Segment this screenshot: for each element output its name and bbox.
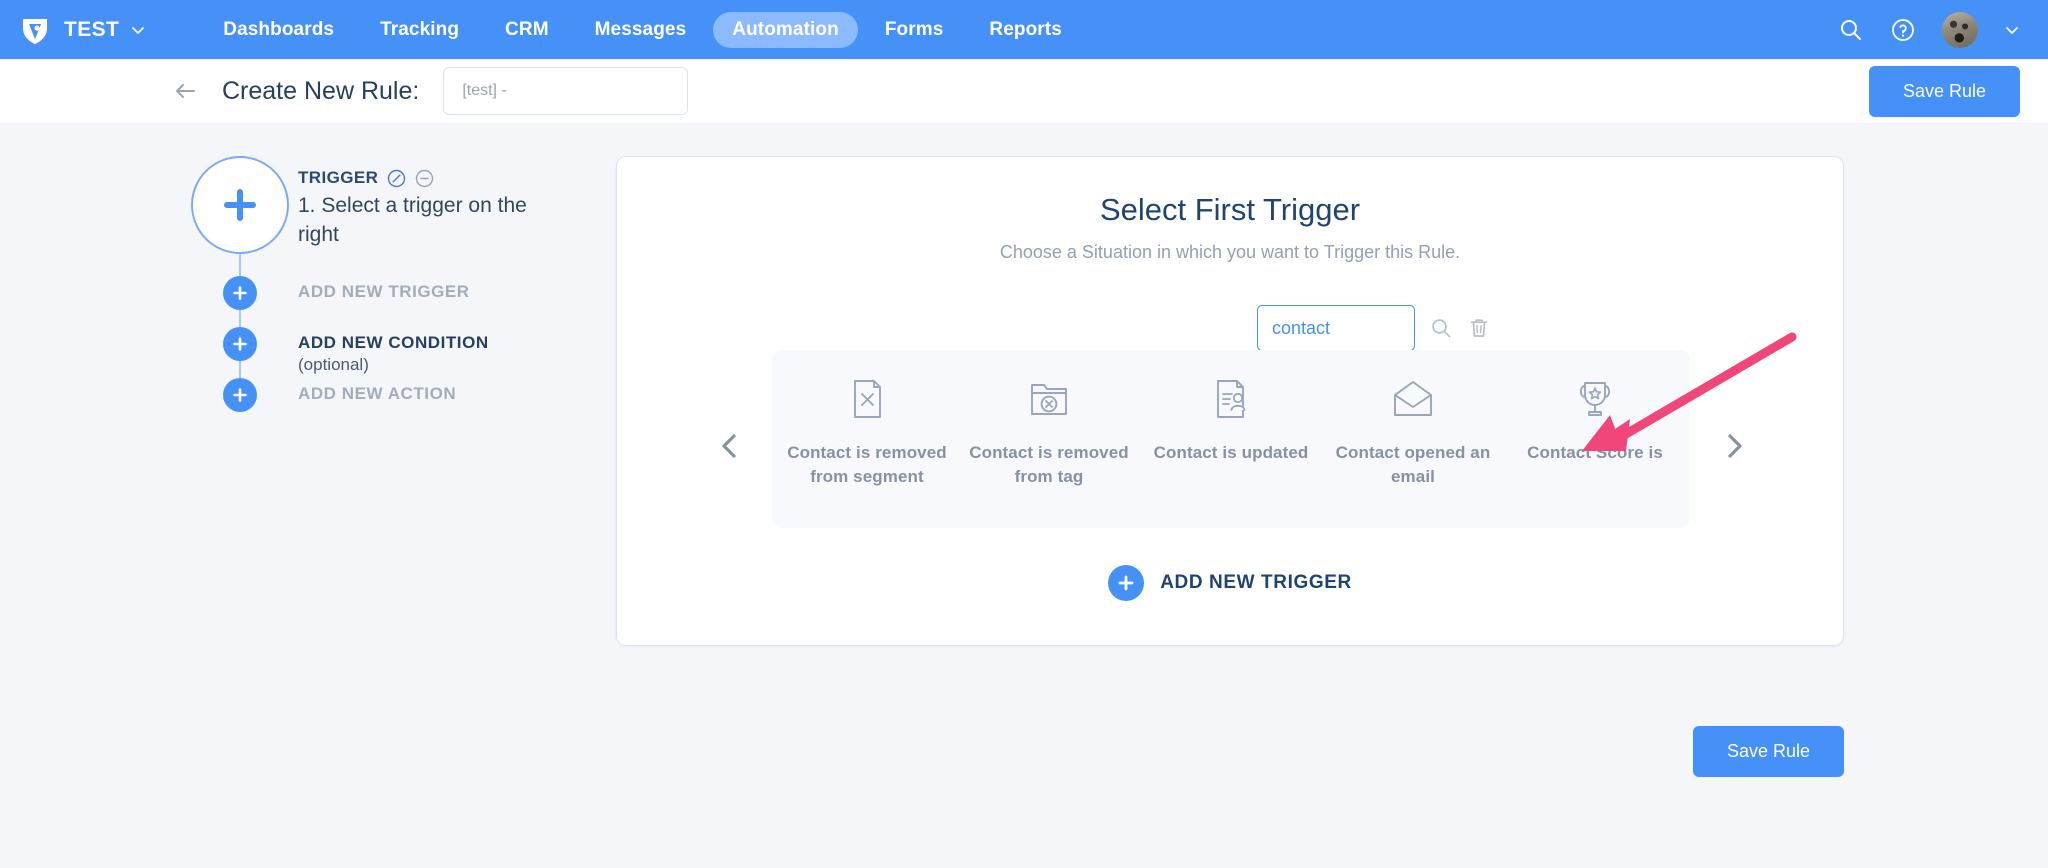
trigger-tile-label: Contact Score is bbox=[1527, 443, 1663, 462]
trigger-node-column bbox=[190, 156, 290, 278]
step-add-new-condition: ADD NEW CONDITION (optional) bbox=[190, 327, 610, 380]
add-new-condition-node-button[interactable] bbox=[223, 327, 257, 361]
step-trigger: TRIGGER 1. Select a trigger on the right bbox=[190, 156, 610, 278]
nav-link-tracking[interactable]: Tracking bbox=[361, 12, 478, 48]
plus-icon bbox=[233, 286, 247, 300]
trigger-tile-label: Contact is removed from tag bbox=[969, 443, 1129, 487]
add-new-trigger-label: ADD NEW TRIGGER bbox=[1160, 572, 1352, 593]
search-icon[interactable] bbox=[1429, 316, 1453, 340]
trigger-search-input[interactable] bbox=[1257, 305, 1415, 351]
save-rule-button-top[interactable]: Save Rule bbox=[1868, 65, 2020, 117]
open-envelope-icon bbox=[1390, 376, 1436, 422]
rail-connector bbox=[239, 254, 241, 278]
nav-link-automation[interactable]: Automation bbox=[713, 11, 858, 48]
chevron-right-icon[interactable] bbox=[1719, 431, 1749, 461]
plus-icon bbox=[224, 189, 256, 221]
search-icon[interactable] bbox=[1838, 17, 1864, 43]
chevron-down-icon[interactable] bbox=[130, 22, 146, 38]
avatar-image bbox=[1942, 11, 1978, 48]
plus-icon bbox=[233, 388, 247, 402]
trigger-tile-contact-opened-email[interactable]: Contact opened an email bbox=[1324, 376, 1502, 489]
main-nav-links: Dashboards Tracking CRM Messages Automat… bbox=[204, 11, 1081, 48]
add-trigger-node-button[interactable] bbox=[191, 156, 289, 254]
page-subheader: Create New Rule: Save Rule bbox=[0, 59, 2048, 124]
add-trigger-node-column bbox=[190, 276, 290, 329]
trigger-tile-contact-removed-from-segment[interactable]: Contact is removed from segment bbox=[778, 376, 956, 489]
trigger-search-row bbox=[1257, 305, 1491, 351]
add-new-condition-text: ADD NEW CONDITION (optional) bbox=[290, 327, 489, 375]
trigger-label: TRIGGER bbox=[298, 168, 379, 187]
trigger-tile-contact-updated[interactable]: Contact is updated bbox=[1142, 376, 1320, 465]
trigger-carousel: Contact is removed from segment Contact … bbox=[772, 350, 1690, 528]
add-new-action-node-button[interactable] bbox=[223, 378, 257, 412]
card-subtitle: Choose a Situation in which you want to … bbox=[999, 242, 1461, 262]
trash-icon[interactable] bbox=[1467, 316, 1491, 340]
rule-name-input[interactable] bbox=[443, 67, 689, 115]
rail-label-add-new-action[interactable]: ADD NEW ACTION bbox=[298, 384, 456, 404]
rule-steps-rail: TRIGGER 1. Select a trigger on the right… bbox=[190, 156, 610, 412]
trigger-tile-contact-removed-from-tag[interactable]: Contact is removed from tag bbox=[960, 376, 1138, 489]
document-x-icon bbox=[844, 376, 890, 422]
add-new-condition-optional-note: (optional) bbox=[298, 355, 369, 374]
folder-x-icon bbox=[1026, 376, 1072, 422]
shield-logo-icon[interactable] bbox=[18, 13, 52, 47]
document-person-icon bbox=[1208, 376, 1254, 422]
step-add-new-action: ADD NEW ACTION bbox=[190, 378, 610, 412]
arrow-left-icon[interactable] bbox=[172, 78, 198, 104]
card-title: Select First Trigger bbox=[1099, 192, 1361, 227]
trigger-step-text: TRIGGER 1. Select a trigger on the right bbox=[290, 156, 573, 249]
select-trigger-card: Select First Trigger Choose a Situation … bbox=[616, 156, 1844, 646]
add-condition-node-column bbox=[190, 327, 290, 380]
add-new-trigger-button[interactable]: ADD NEW TRIGGER bbox=[617, 565, 1843, 601]
rail-label-add-new-trigger[interactable]: ADD NEW TRIGGER bbox=[298, 282, 470, 302]
minus-circle-icon[interactable] bbox=[415, 169, 434, 188]
nav-link-dashboards[interactable]: Dashboards bbox=[204, 12, 353, 48]
nav-link-forms[interactable]: Forms bbox=[866, 12, 963, 48]
rail-label-add-new-condition[interactable]: ADD NEW CONDITION bbox=[298, 333, 489, 353]
nav-link-messages[interactable]: Messages bbox=[576, 12, 706, 48]
trigger-tile-label: Contact is updated bbox=[1153, 443, 1309, 462]
add-new-trigger-text: ADD NEW TRIGGER bbox=[290, 276, 470, 302]
add-new-action-text: ADD NEW ACTION bbox=[290, 378, 456, 404]
trophy-star-icon bbox=[1572, 376, 1618, 422]
top-navigation-bar: TEST Dashboards Tracking CRM Messages Au… bbox=[0, 0, 2048, 59]
step-add-new-trigger: ADD NEW TRIGGER bbox=[190, 276, 610, 329]
add-action-node-column bbox=[190, 378, 290, 412]
nav-right-actions bbox=[1838, 11, 2020, 48]
plus-circle-icon bbox=[1108, 565, 1145, 601]
page-title: Create New Rule: bbox=[222, 76, 420, 105]
trigger-description: 1. Select a trigger on the right bbox=[298, 194, 527, 246]
add-new-trigger-node-button[interactable] bbox=[223, 276, 257, 310]
nav-link-crm[interactable]: CRM bbox=[486, 12, 568, 48]
avatar[interactable] bbox=[1942, 11, 1978, 48]
trigger-tile-label: Contact opened an email bbox=[1335, 443, 1491, 487]
chevron-left-icon[interactable] bbox=[715, 431, 745, 461]
help-circle-icon[interactable] bbox=[1890, 17, 1916, 43]
nav-link-reports[interactable]: Reports bbox=[970, 12, 1081, 48]
automation-workspace: TRIGGER 1. Select a trigger on the right… bbox=[0, 124, 2048, 867]
trigger-tile-contact-score-is[interactable]: Contact Score is bbox=[1506, 376, 1684, 465]
save-rule-button-bottom[interactable]: Save Rule bbox=[1692, 726, 1844, 777]
edit-circle-icon[interactable] bbox=[387, 169, 406, 188]
trigger-header-row: TRIGGER bbox=[298, 168, 573, 188]
plus-icon bbox=[233, 337, 247, 351]
trigger-tile-label: Contact is removed from segment bbox=[787, 443, 947, 487]
brand-name[interactable]: TEST bbox=[64, 18, 119, 42]
chevron-down-icon[interactable] bbox=[2004, 22, 2020, 38]
